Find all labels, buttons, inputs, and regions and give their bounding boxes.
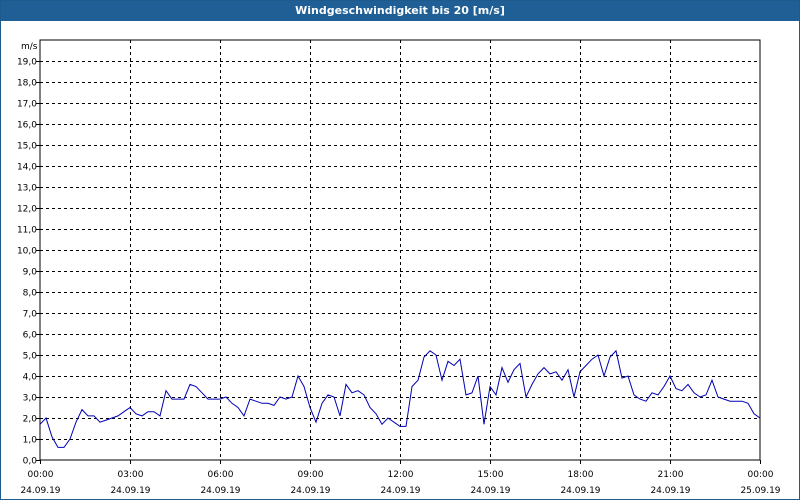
x-tick-date-label: 24.09.19 — [470, 486, 510, 496]
y-tick-label: 0,0 — [23, 457, 38, 467]
y-tick-label: 14,0 — [17, 163, 37, 173]
y-tick-label: 11,0 — [17, 226, 37, 236]
x-tick-date-label: 24.09.19 — [380, 486, 420, 496]
y-tick-label: 9,0 — [23, 268, 38, 278]
y-tick-label: 6,0 — [23, 331, 38, 341]
chart-grid — [40, 40, 760, 460]
y-tick-label: 10,0 — [17, 247, 37, 257]
x-tick-date-label: 24.09.19 — [200, 486, 240, 496]
y-tick-label: 7,0 — [23, 310, 38, 320]
y-tick-label: 18,0 — [17, 79, 37, 89]
y-tick-label: 8,0 — [23, 289, 38, 299]
x-tick-time-label: 18:00 — [568, 470, 594, 480]
x-tick-date-label: 24.09.19 — [110, 486, 150, 496]
y-tick-label: 3,0 — [23, 394, 38, 404]
x-tick-date-label: 24.09.19 — [560, 486, 600, 496]
wind-speed-chart: m/s 0,0 1,0 2,0 3,0 4,0 5,0 6,0 7,0 8,0 9,0 10,0 11… — [17, 39, 781, 496]
y-tick-label: 17,0 — [17, 100, 37, 110]
y-tick-label: 16,0 — [17, 121, 37, 131]
x-tick-time-label: 21:00 — [658, 470, 684, 480]
x-tick-time-label: 15:00 — [478, 470, 504, 480]
x-tick-date-label: 25.09.19 — [740, 486, 780, 496]
y-axis: 0,0 1,0 2,0 3,0 4,0 5,0 6,0 7,0 8,0 9,0 10,0 11,0 12… — [17, 58, 40, 467]
y-axis-unit-label: m/s — [21, 42, 38, 52]
y-tick-label: 1,0 — [23, 436, 38, 446]
y-tick-label: 13,0 — [17, 184, 37, 194]
y-tick-label: 19,0 — [17, 58, 37, 68]
y-tick-label: 4,0 — [23, 373, 38, 383]
x-tick-time-label: 12:00 — [388, 470, 414, 480]
y-tick-label: 2,0 — [23, 415, 38, 425]
x-axis: 00:00 24.09.19 03:00 24.09.19 06:00 24.09.19 0… — [20, 460, 781, 496]
x-tick-time-label: 00:00 — [748, 470, 774, 480]
x-tick-time-label: 00:00 — [28, 470, 54, 480]
y-tick-label: 12,0 — [17, 205, 37, 215]
x-tick-time-label: 06:00 — [208, 470, 234, 480]
x-tick-date-label: 24.09.19 — [20, 486, 60, 496]
x-tick-date-label: 24.09.19 — [650, 486, 690, 496]
y-tick-label: 5,0 — [23, 352, 38, 362]
x-tick-time-label: 09:00 — [298, 470, 324, 480]
x-tick-date-label: 24.09.19 — [290, 486, 330, 496]
x-tick-time-label: 03:00 — [118, 470, 144, 480]
y-tick-label: 15,0 — [17, 142, 37, 152]
